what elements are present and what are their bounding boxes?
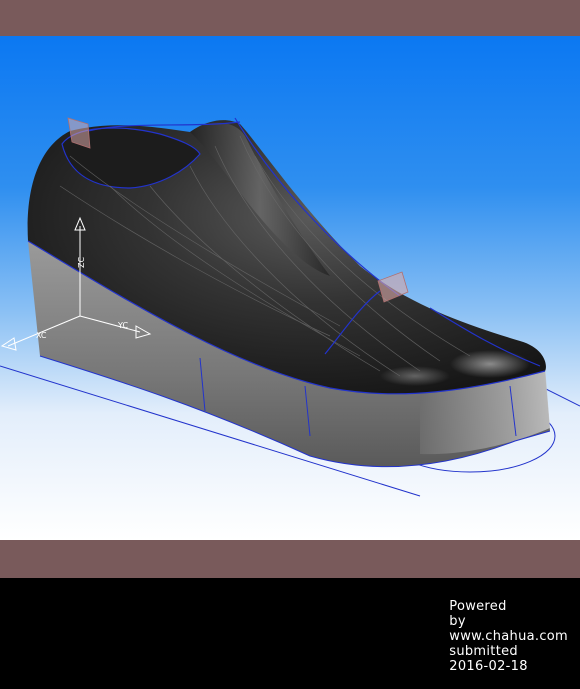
x-axis-label: XC (36, 331, 47, 340)
screenshot-frame: ZC YC XC Powered by www.chahua.com submi… (0, 0, 580, 674)
z-axis-label: ZC (77, 257, 86, 268)
top-bar (0, 0, 580, 36)
credit-submitted: submitted (449, 644, 518, 659)
credit-line: Powered by www.chahua.com submitted 2016… (417, 584, 568, 689)
y-axis-label: YC (117, 321, 128, 330)
footer-bar: Powered by www.chahua.com submitted 2016… (0, 578, 580, 674)
credit-powered: Powered (449, 599, 507, 614)
bottom-bar (0, 540, 580, 578)
credit-date: 2016-02-18 (449, 659, 528, 674)
cad-viewport[interactable]: ZC YC XC (0, 36, 580, 540)
cad-scene: ZC YC XC (0, 117, 580, 497)
credit-by: by (449, 614, 466, 629)
credit-site-link[interactable]: www.chahua.com (449, 629, 568, 644)
